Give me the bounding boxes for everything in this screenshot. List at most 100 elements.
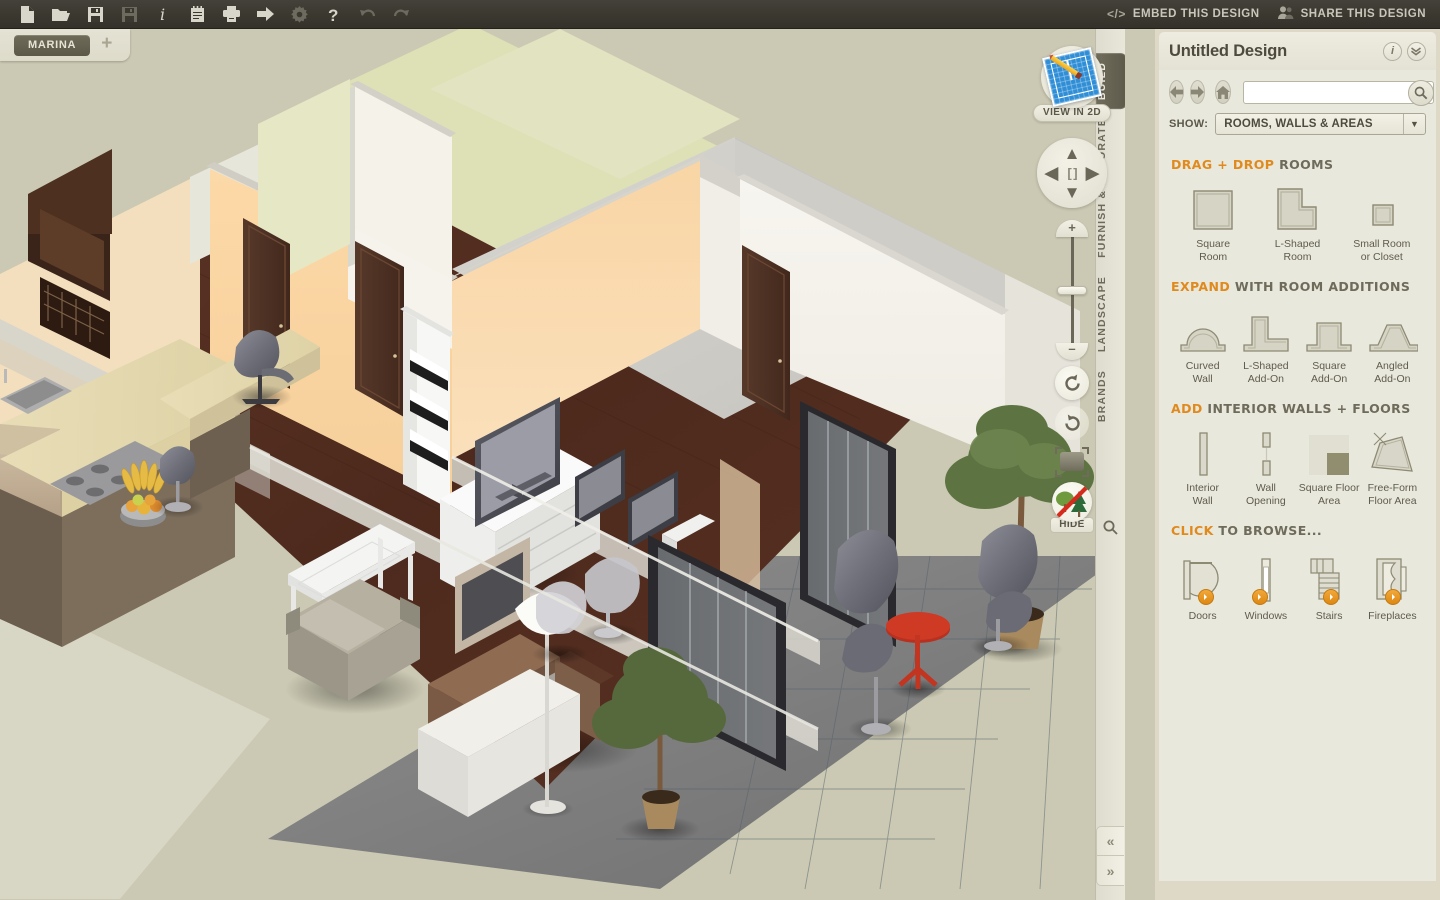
- wall-opening-item[interactable]: Wall Opening: [1234, 425, 1297, 507]
- square-floor-area-icon: [1307, 425, 1351, 477]
- home-button[interactable]: [1215, 80, 1231, 104]
- redo-icon[interactable]: [384, 1, 418, 28]
- stairs-caption: Stairs: [1315, 610, 1343, 622]
- section-heading-highlight: EXPAND: [1171, 279, 1231, 294]
- show-select[interactable]: ROOMS, WALLS & AREAS ▼: [1215, 113, 1426, 135]
- l-shaped-add-on-caption: L-Shaped Add-On: [1243, 360, 1289, 385]
- project-tab-marina[interactable]: MARINA: [14, 34, 91, 56]
- fit-to-screen-button[interactable]: [1052, 446, 1092, 478]
- main-toolbar: i ? </> EMBED THIS DESIGN SHARE THIS DES…: [0, 0, 1440, 29]
- save-icon[interactable]: [78, 1, 112, 28]
- zoom-out-button[interactable]: –: [1056, 342, 1088, 360]
- doors-item[interactable]: Doors: [1171, 547, 1234, 623]
- search-field-wrap: [1243, 79, 1434, 106]
- angled-add-on-item[interactable]: Angled Add-On: [1361, 303, 1424, 385]
- rotate-left-button[interactable]: [1055, 366, 1089, 400]
- pan-left-icon[interactable]: ◀: [1045, 165, 1058, 182]
- print-icon[interactable]: [214, 1, 248, 28]
- hide-plants-icon[interactable]: [1052, 482, 1092, 522]
- section-heading-rest: WITH ROOM ADDITIONS: [1234, 279, 1411, 294]
- stairs-icon: [1307, 547, 1351, 605]
- embed-this-design-button[interactable]: </> EMBED THIS DESIGN: [1107, 7, 1260, 21]
- curved-wall-item[interactable]: Curved Wall: [1171, 303, 1234, 385]
- windows-item[interactable]: Windows: [1234, 547, 1297, 623]
- small-room-or-closet-item[interactable]: Small Room or Closet: [1340, 181, 1424, 263]
- search-button[interactable]: [1408, 79, 1434, 106]
- square-floor-area-item[interactable]: Square Floor Area: [1298, 425, 1361, 507]
- view-controls: VIEW IN 2D ▲ ▼ ◀ ▶ [ ] + – HIDE: [1027, 46, 1117, 533]
- share-this-design-button[interactable]: SHARE THIS DESIGN: [1277, 6, 1426, 22]
- pan-center-icon[interactable]: [ ]: [1067, 167, 1077, 180]
- view-in-2d-control[interactable]: VIEW IN 2D: [1027, 46, 1117, 122]
- small-room-caption: Small Room or Closet: [1353, 238, 1411, 263]
- zoom-handle[interactable]: [1057, 286, 1087, 295]
- save-copy-icon[interactable]: [112, 1, 146, 28]
- info-button[interactable]: i: [1383, 41, 1402, 61]
- new-document-icon[interactable]: [10, 1, 44, 28]
- curved-wall-caption: Curved Wall: [1185, 360, 1220, 385]
- item-row: Doors Windows Stairs Fireplaces: [1171, 547, 1424, 623]
- browse-badge-icon[interactable]: [1251, 589, 1268, 605]
- collapse-left-button[interactable]: «: [1096, 826, 1124, 856]
- show-filter-row: SHOW: ROOMS, WALLS & AREAS ▼: [1169, 113, 1426, 135]
- title-actions: i: [1383, 41, 1426, 61]
- back-button[interactable]: [1169, 80, 1184, 104]
- right-panel: Untitled Design i SHOW: ROOMS, WALLS & A…: [1155, 29, 1440, 900]
- wall-opening-caption: Wall Opening: [1246, 482, 1286, 507]
- undo-icon[interactable]: [350, 1, 384, 28]
- pan-right-icon[interactable]: ▶: [1086, 165, 1099, 182]
- help-icon[interactable]: ?: [316, 1, 350, 28]
- interior-wall-item[interactable]: Interior Wall: [1171, 425, 1234, 507]
- project-tab-shell: MARINA +: [0, 29, 130, 61]
- panel-content: DRAG + DROP ROOMS Square Room L-Shaped R…: [1159, 143, 1436, 881]
- section-heading: ADD INTERIOR WALLS + FLOORS: [1171, 401, 1424, 416]
- panel-collapse-controls: « »: [1095, 826, 1125, 886]
- section-click-to-browse: CLICK TO BROWSE... Doors Windows Stairs …: [1171, 523, 1424, 623]
- chevron-down-icon[interactable]: [1407, 41, 1426, 61]
- section-heading: EXPAND WITH ROOM ADDITIONS: [1171, 279, 1424, 294]
- pan-pad[interactable]: ▲ ▼ ◀ ▶ [ ]: [1037, 138, 1107, 208]
- stairs-item[interactable]: Stairs: [1298, 547, 1361, 623]
- small-room-icon: [1357, 181, 1407, 233]
- zoom-in-button[interactable]: +: [1056, 220, 1088, 237]
- svg-text:?: ?: [328, 6, 338, 23]
- toolbar-icon-group: i ?: [0, 1, 418, 28]
- free-form-floor-area-item[interactable]: Free-Form Floor Area: [1361, 425, 1424, 507]
- zoom-slider[interactable]: + –: [1052, 220, 1092, 360]
- search-input[interactable]: [1244, 81, 1433, 103]
- toolbar-right-actions: </> EMBED THIS DESIGN SHARE THIS DESIGN: [1107, 6, 1440, 22]
- export-icon[interactable]: [248, 1, 282, 28]
- square-room-item[interactable]: Square Room: [1171, 181, 1255, 263]
- pan-down-icon[interactable]: ▼: [1064, 184, 1081, 201]
- add-tab-button[interactable]: +: [98, 34, 115, 53]
- settings-gear-icon[interactable]: [282, 1, 316, 28]
- section-heading: CLICK TO BROWSE...: [1171, 523, 1424, 538]
- chevron-down-icon[interactable]: ▼: [1403, 114, 1425, 134]
- fireplace-icon: [1371, 547, 1413, 605]
- forward-button[interactable]: [1190, 80, 1205, 104]
- wall-opening-icon: [1249, 425, 1283, 477]
- open-folder-icon[interactable]: [44, 1, 78, 28]
- view-2d-thumbnail[interactable]: [1041, 46, 1103, 108]
- pan-up-icon[interactable]: ▲: [1064, 145, 1081, 162]
- section-heading: DRAG + DROP ROOMS: [1171, 157, 1424, 172]
- square-add-on-icon: [1303, 303, 1355, 355]
- rotate-right-button[interactable]: [1055, 406, 1089, 440]
- browse-badge-icon[interactable]: [1323, 589, 1340, 605]
- fireplaces-caption: Fireplaces: [1368, 610, 1417, 622]
- angled-add-on-icon: [1366, 303, 1419, 355]
- fireplaces-item[interactable]: Fireplaces: [1361, 547, 1424, 623]
- browse-badge-icon[interactable]: [1197, 589, 1214, 605]
- design-canvas-3d[interactable]: VIEW IN 2D ▲ ▼ ◀ ▶ [ ] + – HIDE FURNISH …: [0, 29, 1125, 900]
- notes-icon[interactable]: [180, 1, 214, 28]
- hide-objects-control[interactable]: HIDE: [1049, 482, 1095, 533]
- doors-caption: Doors: [1188, 610, 1217, 622]
- l-shaped-room-item[interactable]: L-Shaped Room: [1255, 181, 1339, 263]
- l-shaped-add-on-item[interactable]: L-Shaped Add-On: [1234, 303, 1297, 385]
- interior-wall-icon: [1186, 425, 1220, 477]
- square-add-on-item[interactable]: Square Add-On: [1298, 303, 1361, 385]
- collapse-right-button[interactable]: »: [1096, 856, 1124, 886]
- info-icon[interactable]: i: [146, 1, 180, 28]
- l-shaped-room-caption: L-Shaped Room: [1274, 238, 1321, 263]
- show-select-value: ROOMS, WALLS & AREAS: [1224, 118, 1373, 130]
